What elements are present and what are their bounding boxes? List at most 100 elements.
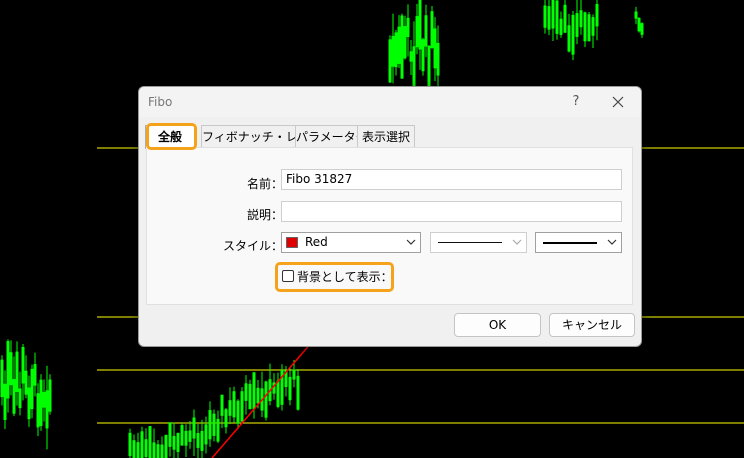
candle-body (3, 383, 7, 421)
candle-body (409, 51, 413, 62)
candle-body (288, 376, 292, 401)
candle-body (192, 417, 196, 439)
candle-body (244, 383, 248, 401)
candle-body (567, 25, 571, 52)
background-checkbox[interactable] (282, 270, 294, 282)
candle-body (640, 23, 644, 35)
candle-body (39, 379, 43, 427)
candle-body (403, 26, 407, 59)
candle-body (551, 0, 555, 29)
candle-body (421, 39, 425, 72)
cancel-button[interactable]: キャンセル (549, 313, 635, 337)
candle-body (424, 15, 428, 47)
candle-body (24, 370, 28, 395)
ok-button[interactable]: OK (454, 313, 541, 337)
candle-body (196, 433, 200, 448)
candle-body (18, 388, 22, 409)
chevron-down-icon (406, 239, 416, 245)
color-swatch (286, 237, 298, 248)
line-style-select[interactable] (430, 232, 527, 253)
candle-body (30, 368, 34, 410)
candle-body (388, 39, 392, 83)
candle-body (216, 418, 220, 442)
color-select-value: Red (305, 235, 328, 249)
candle-body (132, 440, 136, 458)
candle-body (45, 390, 49, 429)
candle-body (587, 14, 591, 42)
tab-fibonacci-levels[interactable]: フィボナッチ・レベル (201, 125, 322, 148)
background-checkbox-label[interactable]: 背景として表示： (297, 268, 393, 285)
tab-visualization[interactable]: 表示選択 (357, 125, 415, 148)
candle-body (6, 341, 10, 399)
candle-body (156, 444, 160, 458)
candle-body (563, 4, 567, 33)
name-field[interactable]: Fibo 31827 (281, 169, 622, 190)
candle-body (575, 13, 579, 37)
candle-body (15, 351, 19, 393)
candle-body (634, 11, 638, 19)
candle-body (228, 400, 232, 416)
candle-body (296, 375, 300, 410)
candle-body (144, 439, 148, 458)
candle-body (256, 387, 260, 404)
candle-body (184, 430, 188, 446)
candle-body (9, 352, 13, 386)
line-width-sample (543, 242, 597, 244)
candle-body (42, 391, 46, 408)
line-width-select[interactable] (535, 232, 622, 253)
candle-body (406, 17, 410, 37)
help-icon[interactable]: ? (569, 94, 583, 110)
candle-body (400, 15, 404, 79)
candle-body (427, 45, 431, 87)
candle-body (12, 379, 16, 414)
tab-parameters[interactable]: パラメーター (295, 125, 368, 148)
candle-body (224, 409, 228, 428)
chevron-down-icon (512, 239, 522, 245)
chevron-down-icon (607, 239, 617, 245)
candle-body (397, 26, 401, 64)
candle-body (248, 383, 252, 410)
name-label: 名前： (246, 177, 283, 191)
candle-body (180, 425, 184, 446)
fibo-properties-dialog: Fibo ? 全般 フィボナッチ・レベル パラメーター 表示選択 名前： Fib… (138, 86, 642, 347)
candle-body (33, 364, 37, 386)
candle-body (212, 413, 216, 436)
candle-body (200, 430, 204, 451)
candle-body (208, 409, 212, 440)
candle-body (559, 18, 563, 35)
candle-body (164, 434, 168, 458)
candle-body (430, 11, 434, 49)
candle-body (36, 393, 40, 428)
tab-general[interactable]: 全般 (145, 125, 195, 149)
candle-body (128, 432, 132, 457)
candle-body (204, 424, 208, 445)
candle-body (276, 380, 280, 407)
candle-body (543, 5, 547, 28)
candle-body (252, 372, 256, 410)
candle-body (27, 387, 31, 420)
candle-body (436, 42, 440, 76)
candle-body (220, 394, 224, 416)
candle-body (571, 14, 575, 55)
candle-body (595, 4, 599, 27)
candle-body (188, 430, 192, 442)
candle-body (591, 17, 595, 36)
candle-body (264, 381, 268, 418)
candle-body (555, 0, 559, 34)
description-label: 説明： (246, 208, 283, 222)
candle-body (168, 422, 172, 447)
line-style-sample (438, 242, 502, 243)
candle-body (136, 442, 140, 458)
close-icon[interactable] (605, 91, 631, 113)
candle-body (433, 28, 437, 69)
style-label: スタイル： (222, 239, 283, 253)
candle-body (391, 35, 395, 67)
candle-body (547, 6, 551, 30)
candle-body (172, 435, 176, 450)
description-field[interactable] (281, 201, 622, 222)
candle-body (240, 391, 244, 422)
color-select[interactable]: Red (281, 232, 421, 253)
title-bar[interactable]: Fibo ? (139, 87, 641, 117)
candle-body (412, 46, 416, 92)
candle-body (292, 369, 296, 380)
